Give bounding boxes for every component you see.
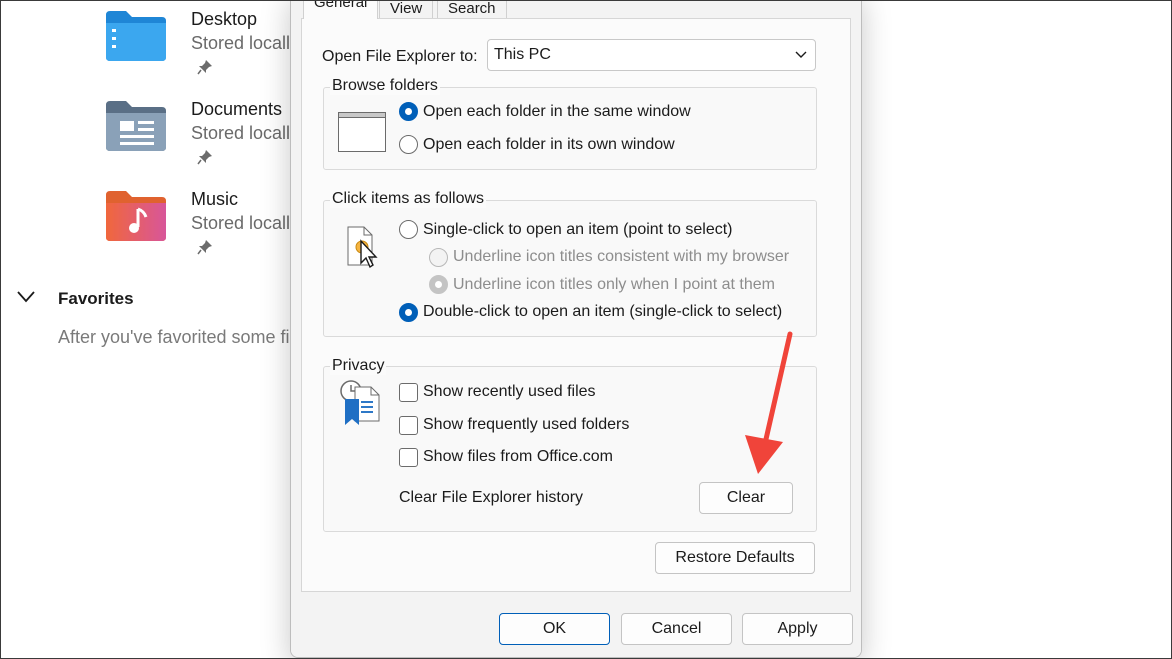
cancel-button[interactable]: Cancel — [621, 613, 732, 645]
frequent-folders-label[interactable]: Show frequently used folders — [423, 416, 629, 434]
tab-general[interactable]: General — [303, 0, 379, 19]
double-click-label[interactable]: Double-click to open an item (single-cli… — [423, 303, 782, 321]
chevron-down-icon — [795, 51, 807, 58]
favorites-description: After you've favorited some fi — [58, 327, 290, 347]
restore-defaults-button[interactable]: Restore Defaults — [655, 542, 815, 574]
open-file-explorer-value: This PC — [494, 46, 551, 63]
own-window-label[interactable]: Open each folder in its own window — [423, 136, 675, 154]
office-files-checkbox[interactable] — [399, 448, 418, 467]
underline-browser-radio[interactable] — [429, 248, 448, 267]
single-click-radio[interactable] — [399, 220, 418, 239]
music-folder-icon — [106, 191, 166, 241]
browse-folders-group — [323, 87, 817, 170]
privacy-files-icon — [340, 380, 380, 425]
click-cursor-icon — [347, 226, 378, 269]
underline-point-radio[interactable] — [429, 275, 448, 294]
folder-options-dialog: General View Search Open File Explorer t… — [290, 0, 862, 658]
browse-folders-title: Browse folders — [330, 77, 440, 95]
single-click-label[interactable]: Single-click to open an item (point to s… — [423, 221, 732, 239]
folder-name: Music — [191, 189, 239, 209]
clear-history-label: Clear File Explorer history — [399, 489, 584, 506]
recent-files-checkbox[interactable] — [399, 383, 418, 402]
folder-status: Stored locally — [191, 33, 300, 53]
privacy-title: Privacy — [330, 357, 387, 375]
open-file-explorer-label: Open File Explorer to: — [322, 48, 478, 65]
ok-button[interactable]: OK — [499, 613, 610, 645]
underline-browser-label[interactable]: Underline icon titles consistent with my… — [453, 248, 789, 266]
apply-button[interactable]: Apply — [742, 613, 853, 645]
own-window-radio[interactable] — [399, 135, 418, 154]
office-files-label[interactable]: Show files from Office.com — [423, 448, 613, 466]
folder-name: Desktop — [191, 9, 258, 29]
tab-view[interactable]: View — [379, 0, 434, 19]
pin-icon — [197, 150, 212, 165]
favorites-header[interactable]: Favorites — [58, 289, 134, 309]
folder-status: Stored locally — [191, 213, 300, 233]
folder-name: Documents — [191, 99, 283, 119]
recent-files-label[interactable]: Show recently used files — [423, 383, 596, 401]
same-window-label[interactable]: Open each folder in the same window — [423, 103, 691, 121]
annotation-arrow — [745, 331, 793, 474]
double-click-radio[interactable] — [399, 303, 418, 322]
pin-icon — [197, 60, 212, 75]
window-icon — [338, 112, 386, 152]
desktop-folder-icon — [106, 11, 166, 61]
underline-point-label[interactable]: Underline icon titles only when I point … — [453, 276, 775, 294]
documents-folder-icon — [106, 101, 166, 151]
chevron-down-icon[interactable] — [16, 290, 36, 304]
click-items-title: Click items as follows — [330, 190, 487, 208]
folder-status: Stored locally — [191, 123, 300, 143]
open-file-explorer-select[interactable]: This PC — [487, 39, 816, 71]
clear-button[interactable]: Clear — [699, 482, 793, 514]
tab-search[interactable]: Search — [437, 0, 507, 19]
pin-icon — [197, 240, 212, 255]
same-window-radio[interactable] — [399, 102, 418, 121]
frequent-folders-checkbox[interactable] — [399, 416, 418, 435]
